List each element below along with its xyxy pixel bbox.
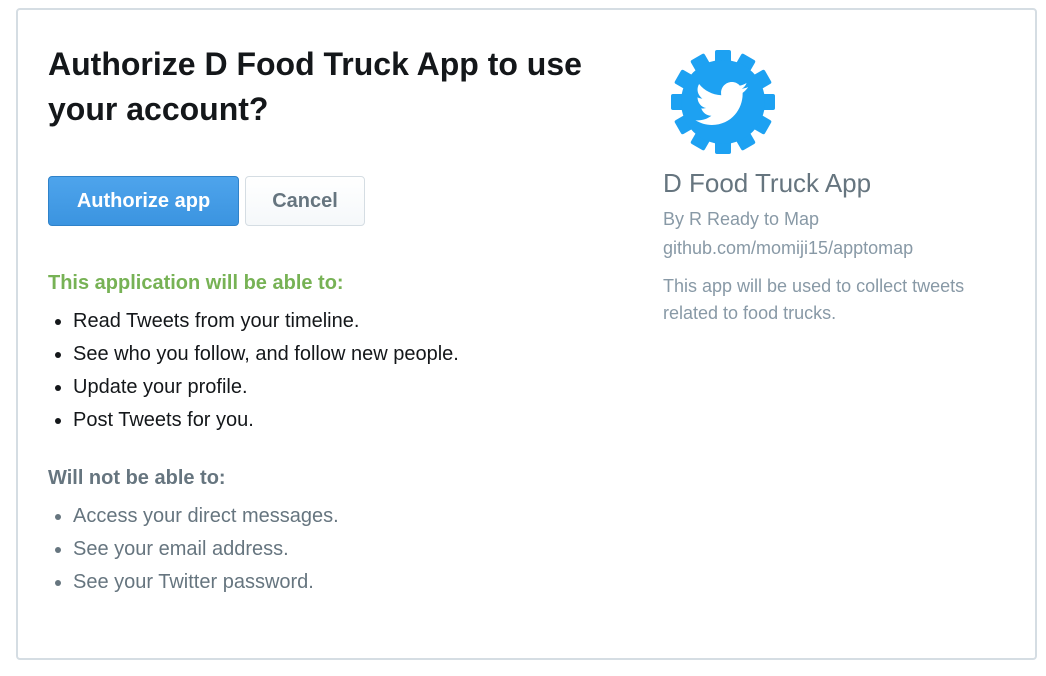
permission-item: See your Twitter password. xyxy=(73,566,628,599)
app-website-link[interactable]: github.com/momiji15/apptomap xyxy=(663,238,993,259)
oauth-authorize-panel: Authorize D Food Truck App to use your a… xyxy=(16,8,1037,660)
permissions-denied-heading: Will not be able to: xyxy=(48,467,226,489)
app-description: This app will be used to collect tweets … xyxy=(663,276,965,323)
app-author: By R Ready to Map xyxy=(663,209,820,229)
permission-item: Read Tweets from your timeline. xyxy=(73,305,628,338)
authorize-section: Authorize D Food Truck App to use your a… xyxy=(48,42,628,599)
page-title: Authorize D Food Truck App to use your a… xyxy=(48,46,582,127)
permission-item: Update your profile. xyxy=(73,371,628,404)
cancel-button[interactable]: Cancel xyxy=(245,176,365,226)
permissions-denied-list: Access your direct messages. See your em… xyxy=(48,500,628,599)
permissions-allowed-list: Read Tweets from your timeline. See who … xyxy=(48,305,628,437)
app-info-card: D Food Truck App By R Ready to Map githu… xyxy=(663,50,993,327)
app-name: D Food Truck App xyxy=(663,168,872,198)
permission-item: See who you follow, and follow new peopl… xyxy=(73,338,628,371)
permission-item: Access your direct messages. xyxy=(73,500,628,533)
twitter-gear-logo-icon xyxy=(671,50,775,154)
permissions-allowed-heading: This application will be able to: xyxy=(48,272,344,294)
action-buttons: Authorize app Cancel xyxy=(48,176,628,226)
permission-item: Post Tweets for you. xyxy=(73,404,628,437)
authorize-app-button[interactable]: Authorize app xyxy=(48,176,239,226)
permission-item: See your email address. xyxy=(73,533,628,566)
